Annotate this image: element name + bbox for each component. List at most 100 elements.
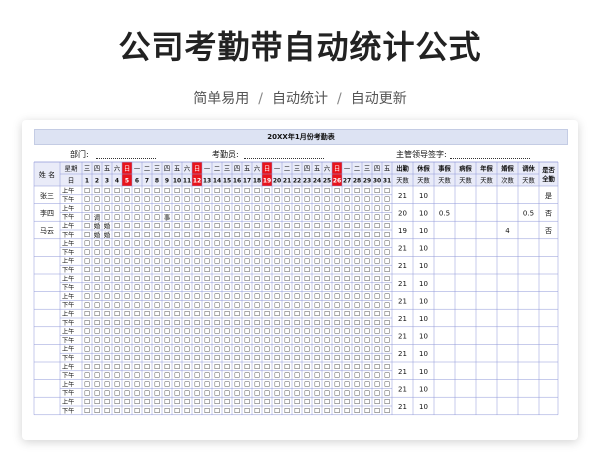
attendance-checkbox: ☐: [124, 205, 130, 213]
summary-value: 21: [398, 333, 407, 341]
pm-label: 下午: [62, 248, 74, 256]
attendance-checkbox: ☐: [364, 328, 370, 336]
summary-value: 是: [545, 192, 552, 200]
attendance-checkbox: ☐: [244, 275, 250, 283]
attendance-checkbox: ☐: [214, 381, 220, 389]
attendance-checkbox: ☐: [144, 196, 150, 204]
attendance-checkbox: ☐: [334, 328, 340, 336]
attendance-checkbox: ☐: [114, 328, 120, 336]
attendance-checkbox: ☐: [174, 205, 180, 213]
attendance-checkbox: ☐: [304, 249, 310, 257]
attendance-checkbox: ☐: [154, 310, 160, 318]
attendance-checkbox: ☐: [164, 249, 170, 257]
attendance-checkbox: ☐: [274, 381, 280, 389]
attendance-checkbox: ☐: [284, 196, 290, 204]
attendance-checkbox: ☐: [344, 231, 350, 239]
attendance-checkbox: ☐: [304, 389, 310, 397]
attendance-checkbox: ☐: [254, 345, 260, 353]
attendance-checkbox: ☐: [334, 354, 340, 362]
attendance-checkbox: ☐: [304, 187, 310, 195]
day-number-cell: 26: [333, 178, 341, 185]
attendance-checkbox: ☐: [274, 266, 280, 274]
subtitle-item-auto-stat: 自动统计: [272, 91, 328, 107]
attendance-checkbox: ☐: [254, 310, 260, 318]
attendance-checkbox: ☐: [294, 275, 300, 283]
attendance-checkbox: ☐: [124, 398, 130, 406]
attendance-checkbox: ☐: [334, 398, 340, 406]
attendance-checkbox: ☐: [304, 354, 310, 362]
attendance-checkbox: ☐: [244, 372, 250, 380]
attendance-checkbox: ☐: [154, 328, 160, 336]
attendance-checkbox: ☐: [194, 345, 200, 353]
attendance-checkbox: ☐: [94, 187, 100, 195]
attendance-checkbox: ☐: [304, 328, 310, 336]
attendance-checkbox: ☐: [324, 363, 330, 371]
attendance-checkbox: ☐: [114, 187, 120, 195]
weekday-cell: 六: [324, 164, 330, 173]
attendance-checkbox: ☐: [274, 389, 280, 397]
attendance-checkbox: ☐: [314, 389, 320, 397]
attendance-checkbox: ☐: [354, 249, 360, 257]
employee-name: 张三: [40, 191, 54, 200]
attendance-checkbox: ☐: [384, 337, 390, 345]
attendance-checkbox: ☐: [324, 398, 330, 406]
attendance-checkbox: ☐: [364, 266, 370, 274]
attendance-checkbox: ☐: [164, 310, 170, 318]
attendance-checkbox: ☐: [214, 249, 220, 257]
attendance-checkbox: ☐: [374, 345, 380, 353]
attendance-checkbox: ☐: [374, 187, 380, 195]
day-number-cell: 18: [253, 178, 261, 185]
attendance-checkbox: ☐: [114, 381, 120, 389]
attendance-checkbox: ☐: [334, 407, 340, 415]
attendance-checkbox: ☐: [114, 196, 120, 204]
attendance-checkbox: ☐: [204, 363, 210, 371]
attendance-checkbox: ☐: [194, 337, 200, 345]
am-label: 上午: [62, 240, 74, 248]
attendance-checkbox: ☐: [374, 275, 380, 283]
attendance-checkbox: ☐: [194, 398, 200, 406]
attendance-checkbox: ☐: [84, 328, 90, 336]
attendance-checkbox: ☐: [194, 266, 200, 274]
attendance-checkbox: ☐: [264, 398, 270, 406]
attendance-checkbox: ☐: [354, 337, 360, 345]
pm-label: 下午: [62, 319, 74, 327]
attendance-checkbox: ☐: [254, 249, 260, 257]
attendance-checkbox: ☐: [364, 293, 370, 301]
day-number-cell: 2: [95, 178, 99, 185]
am-label: 上午: [62, 380, 74, 388]
attendance-checkbox: ☐: [294, 381, 300, 389]
attendance-checkbox: ☐: [264, 381, 270, 389]
attendance-checkbox: ☐: [314, 275, 320, 283]
day-number-cell: 22: [293, 178, 301, 185]
attendance-checkbox: ☐: [274, 345, 280, 353]
day-number-cell: 4: [115, 178, 119, 185]
attendance-checkbox: ☐: [234, 231, 240, 239]
attendance-checkbox: ☐: [174, 407, 180, 415]
pm-label: 下午: [62, 266, 74, 274]
attendance-checkbox: ☐: [334, 363, 340, 371]
summary-value: 21: [398, 350, 407, 358]
attendance-checkbox: ☐: [334, 284, 340, 292]
attendance-checkbox: ☐: [194, 187, 200, 195]
attendance-checkbox: ☐: [384, 345, 390, 353]
day-number-cell: 20: [273, 178, 281, 185]
attendance-checkbox: ☐: [294, 319, 300, 327]
attendance-checkbox: ☐: [104, 213, 110, 221]
attendance-checkbox: ☐: [214, 205, 220, 213]
attendance-checkbox: ☐: [284, 249, 290, 257]
attendance-checkbox: ☐: [284, 389, 290, 397]
attendance-checkbox: ☐: [84, 240, 90, 248]
attendance-checkbox: ☐: [144, 345, 150, 353]
day-number-cell: 23: [303, 178, 311, 185]
attendance-checkbox: ☐: [174, 372, 180, 380]
attendance-checkbox: ☐: [224, 196, 230, 204]
attendance-checkbox: ☐: [294, 398, 300, 406]
weekday-cell: 一: [204, 166, 211, 173]
attendance-checkbox: ☐: [364, 363, 370, 371]
attendance-checkbox: ☐: [364, 249, 370, 257]
attendance-checkbox: ☐: [284, 407, 290, 415]
attendance-checkbox: ☐: [164, 354, 170, 362]
attendance-checkbox: ☐: [314, 222, 320, 230]
weekday-cell: 三: [294, 165, 300, 173]
attendance-checkbox: ☐: [294, 222, 300, 230]
